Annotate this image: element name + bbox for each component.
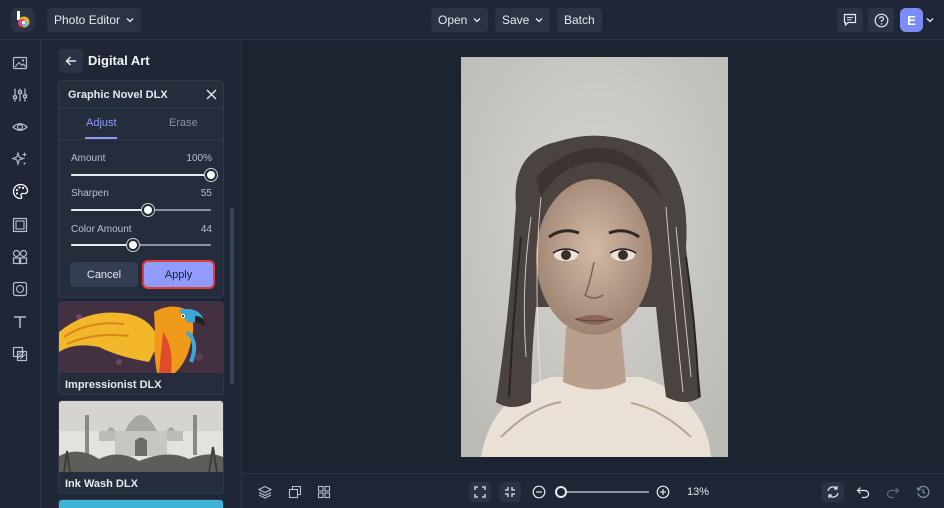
impressionist-thumbnail — [59, 302, 223, 373]
bottom-toolbar: 13% — [242, 473, 944, 508]
undo-icon — [856, 487, 870, 499]
chevron-down-icon — [535, 18, 543, 23]
shapes-icon[interactable] — [11, 248, 29, 266]
feedback-button[interactable] — [837, 8, 863, 32]
chevron-down-icon — [126, 18, 134, 23]
save-button[interactable]: Save — [495, 8, 551, 32]
color-amount-slider-fill — [71, 244, 133, 246]
expand-icon — [474, 486, 486, 498]
open-label: Open — [438, 13, 468, 27]
amount-slider[interactable] — [71, 169, 217, 181]
grid-view-button[interactable] — [313, 482, 335, 502]
apply-button[interactable]: Apply — [144, 262, 213, 287]
layers-overlay-icon[interactable] — [11, 345, 29, 363]
redo-icon — [886, 487, 900, 499]
layers-icon — [258, 485, 272, 499]
compress-icon — [505, 487, 515, 497]
sliders-icon[interactable] — [11, 86, 29, 104]
palette-icon[interactable] — [11, 182, 29, 200]
arrow-left-icon — [65, 56, 76, 66]
history-button[interactable] — [912, 482, 934, 502]
preset-next[interactable] — [58, 499, 224, 508]
refresh-icon — [827, 486, 839, 498]
zoom-in-button[interactable] — [652, 482, 674, 502]
eye-icon[interactable] — [11, 118, 29, 136]
redo-button[interactable] — [882, 482, 904, 502]
sharpen-slider[interactable] — [71, 204, 211, 216]
duplicate-icon — [288, 485, 302, 499]
batch-label: Batch — [564, 13, 595, 27]
zoom-out-button[interactable] — [528, 482, 550, 502]
canvas-area[interactable] — [242, 40, 944, 473]
sharpen-slider-handle[interactable] — [142, 204, 154, 216]
logo-icon — [17, 11, 30, 28]
tab-divider — [59, 139, 223, 140]
tab-erase[interactable]: Erase — [169, 117, 198, 129]
avatar-initial: E — [907, 12, 916, 28]
fit-to-screen-button[interactable] — [469, 482, 491, 502]
effect-header: Graphic Novel DLX — [59, 81, 223, 109]
comment-icon — [843, 13, 857, 27]
chevron-down-icon — [473, 18, 481, 23]
texture-icon[interactable] — [11, 280, 29, 298]
sharpen-slider-fill — [71, 209, 148, 211]
sharpen-label: Sharpen — [71, 188, 109, 199]
amount-value: 100% — [186, 153, 212, 164]
cancel-button[interactable]: Cancel — [70, 262, 138, 287]
save-label: Save — [502, 13, 530, 27]
zoom-in-icon — [656, 485, 670, 499]
preset-impressionist[interactable]: Impressionist DLX — [58, 301, 224, 395]
help-icon — [874, 13, 888, 27]
color-amount-label: Color Amount — [71, 224, 132, 235]
ink-wash-thumbnail — [59, 401, 223, 472]
panel-title: Digital Art — [88, 53, 150, 68]
color-amount-value: 44 — [200, 224, 212, 235]
edited-photo[interactable] — [461, 57, 728, 457]
zoom-out-icon — [532, 485, 546, 499]
undo-button[interactable] — [852, 482, 874, 502]
sharpen-value: 55 — [200, 188, 212, 199]
reset-button[interactable] — [822, 482, 844, 502]
color-amount-slider-handle[interactable] — [126, 239, 139, 251]
grid-icon — [317, 485, 331, 499]
back-button[interactable] — [59, 49, 83, 73]
sparkle-icon[interactable] — [11, 150, 29, 168]
image-icon[interactable] — [11, 54, 29, 72]
photo-editor-label: Photo Editor — [54, 13, 121, 27]
duplicate-button[interactable] — [284, 482, 306, 502]
open-button[interactable]: Open — [431, 8, 489, 32]
batch-button[interactable]: Batch — [557, 8, 602, 32]
preset-label: Impressionist DLX — [65, 379, 162, 391]
chevron-down-icon[interactable] — [926, 16, 934, 24]
amount-label: Amount — [71, 153, 106, 164]
zoom-slider[interactable] — [561, 491, 649, 493]
panel-scrollbar[interactable] — [230, 208, 234, 384]
color-amount-slider[interactable] — [71, 239, 211, 251]
zoom-level: 13% — [687, 486, 710, 498]
amount-slider-fill — [71, 174, 211, 176]
frame-icon[interactable] — [11, 216, 29, 234]
help-button[interactable] — [868, 8, 894, 32]
layers-button[interactable] — [254, 482, 276, 502]
history-icon — [916, 485, 930, 498]
zoom-slider-handle[interactable] — [555, 486, 567, 498]
preset-label: Ink Wash DLX — [65, 478, 138, 490]
effect-title: Graphic Novel DLX — [68, 89, 168, 101]
amount-slider-handle[interactable] — [205, 169, 217, 181]
actual-size-button[interactable] — [499, 482, 521, 502]
effects-panel: Digital Art Graphic Novel DLX Adjust Era… — [41, 40, 242, 508]
tab-adjust[interactable]: Adjust — [86, 117, 117, 129]
close-icon[interactable] — [206, 89, 217, 100]
preset-ink-wash[interactable]: Ink Wash DLX — [58, 400, 224, 494]
text-icon[interactable] — [11, 313, 29, 331]
photo-editor-menu[interactable]: Photo Editor — [47, 8, 142, 32]
top-bar: Photo Editor Open Save Batch E — [0, 0, 944, 40]
next-preset-thumbnail — [59, 500, 223, 508]
befunky-logo[interactable] — [11, 8, 35, 32]
avatar[interactable]: E — [900, 8, 923, 32]
tool-rail — [0, 40, 41, 508]
effect-settings-card: Graphic Novel DLX Adjust Erase Amount 10… — [58, 80, 224, 298]
